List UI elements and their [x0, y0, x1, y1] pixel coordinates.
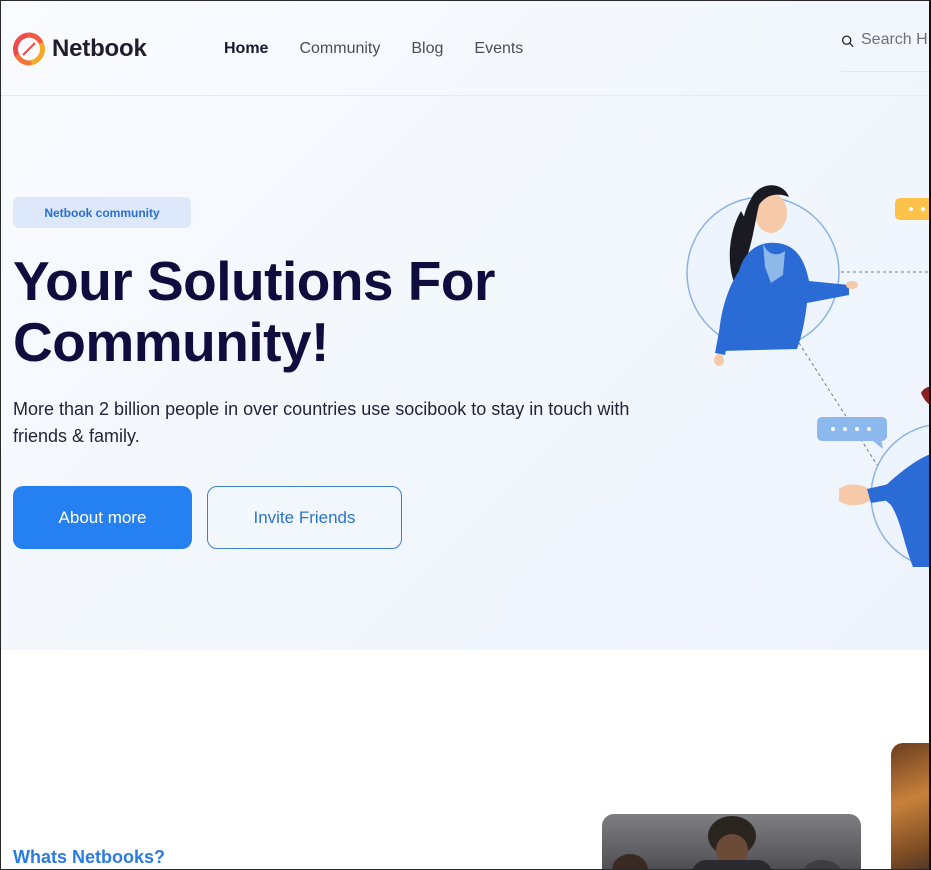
chat-bubble — [817, 417, 887, 441]
hero-subtitle: More than 2 billion people in over count… — [13, 399, 630, 446]
section-label-whats-netbook: Whats Netbooks? — [13, 847, 166, 867]
laptop-photo — [891, 743, 931, 869]
about-more-button[interactable]: About more — [13, 486, 192, 549]
page: Netbook Home Community Blog Events Netbo… — [0, 0, 931, 870]
hero-title: Your Solutions For Community! — [13, 251, 573, 373]
community-illustration — [686, 185, 931, 568]
nav-events[interactable]: Events — [474, 39, 523, 59]
site-header: Netbook Home Community Blog Events — [1, 1, 931, 96]
search-box — [841, 31, 931, 72]
community-badge: Netbook community — [13, 197, 191, 228]
community-photo — [602, 814, 861, 869]
search-icon[interactable] — [841, 33, 854, 49]
nav-home[interactable]: Home — [224, 39, 268, 59]
logo[interactable]: Netbook — [12, 32, 147, 66]
nav-community[interactable]: Community — [299, 39, 380, 59]
hero-title-line2: Community! — [13, 311, 329, 373]
nav-blog[interactable]: Blog — [411, 39, 443, 59]
connector-line — [798, 342, 882, 472]
main-nav: Home Community Blog Events — [224, 39, 554, 59]
invite-friends-button[interactable]: Invite Friends — [207, 486, 402, 549]
netbook-logo-icon — [12, 32, 46, 66]
hero-title-line1: Your Solutions For — [13, 250, 495, 312]
logo-text: Netbook — [52, 35, 147, 62]
people-photo-icon — [612, 816, 841, 869]
search-input[interactable] — [861, 31, 931, 49]
